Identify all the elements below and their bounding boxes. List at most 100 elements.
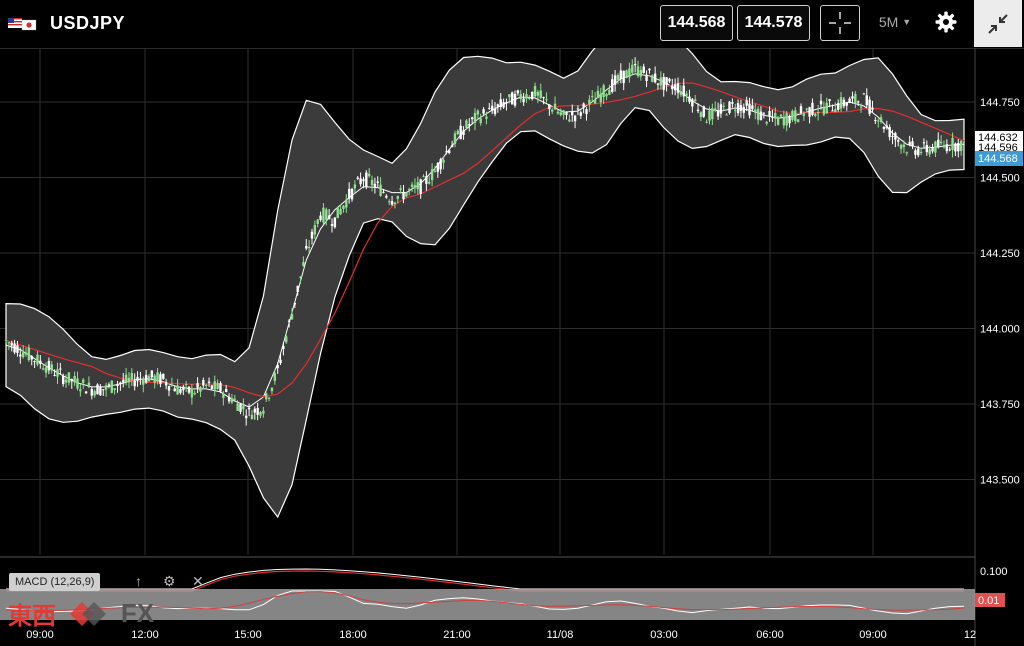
candle-body: [376, 181, 379, 183]
candle-body: [519, 94, 522, 100]
candle-body: [582, 103, 585, 108]
candle-body: [21, 352, 25, 358]
candle-body: [199, 387, 202, 392]
candle-body: [370, 179, 374, 186]
candle-body: [751, 105, 754, 110]
candle-body: [465, 120, 468, 128]
candle-body: [871, 107, 874, 110]
candle-body: [67, 372, 71, 383]
candle-body: [422, 176, 425, 178]
candle-body: [428, 181, 431, 184]
candle-body: [44, 367, 48, 373]
candle-body: [796, 119, 800, 123]
candle-body: [525, 94, 528, 99]
candle-body: [536, 91, 540, 96]
close-icon[interactable]: ✕: [192, 573, 204, 590]
candle-body: [728, 101, 731, 114]
candle-body: [608, 89, 611, 95]
candle-body: [937, 139, 940, 148]
candle-body: [24, 352, 28, 355]
candle-body: [856, 101, 860, 103]
candle-body: [187, 386, 191, 393]
candle-body: [339, 209, 342, 215]
candle-body: [496, 104, 500, 107]
candle-body: [39, 360, 42, 364]
candle-body: [293, 302, 297, 305]
candle-body: [899, 144, 903, 149]
macd-settings-icon[interactable]: ⚙: [163, 573, 176, 590]
candle-body: [259, 412, 262, 416]
candle-body: [593, 99, 597, 104]
candle-body: [122, 379, 125, 383]
candle-body: [307, 246, 311, 249]
candle-body: [859, 106, 863, 108]
candle-body: [622, 70, 625, 84]
candle-body: [808, 107, 811, 117]
candle-body: [102, 389, 105, 391]
candle-body: [279, 359, 282, 364]
candle-body: [242, 405, 245, 410]
ask-price-button[interactable]: 144.578: [737, 5, 810, 41]
candle-body: [565, 111, 568, 115]
bollinger-band: [5, 48, 965, 519]
candle-body: [319, 215, 322, 220]
macd-indicator-label[interactable]: MACD (12,26,9): [9, 573, 101, 591]
candle-body: [110, 380, 114, 393]
price-tick-label: 143.750: [980, 399, 1020, 411]
up-arrow-icon[interactable]: ↑: [135, 573, 142, 589]
candle-body: [651, 75, 654, 82]
candle-body: [390, 201, 394, 205]
candle-body: [576, 108, 580, 110]
candle-body: [928, 149, 931, 155]
candle-body: [296, 285, 299, 292]
candle-body: [233, 398, 236, 400]
candle-body: [613, 75, 617, 85]
candle-body: [671, 85, 674, 90]
candle-body: [430, 169, 434, 181]
candle-body: [393, 202, 397, 204]
candle-body: [668, 78, 671, 82]
candle-body: [851, 96, 854, 99]
bid-price-button[interactable]: 144.568: [660, 5, 733, 41]
candle-body: [917, 148, 920, 156]
candle-body: [493, 108, 497, 115]
candle-body: [702, 106, 705, 117]
candle-body: [545, 99, 548, 101]
candle-body: [253, 408, 256, 413]
candle-body: [350, 188, 354, 200]
candle-body: [184, 383, 188, 385]
candle-body: [365, 172, 368, 187]
candle-body: [831, 110, 834, 112]
candle-body: [116, 384, 119, 386]
candle-body: [785, 113, 788, 126]
candle-body: [176, 385, 179, 395]
candle-body: [845, 102, 848, 106]
candle-body: [144, 375, 148, 383]
price-chart[interactable]: 144.750 144.500 144.250 144.000 143.750 143.5…: [0, 48, 1024, 646]
settings-button[interactable]: [928, 5, 964, 39]
candle-body: [416, 182, 419, 190]
candle-body: [316, 219, 319, 224]
crosshair-button[interactable]: [820, 5, 860, 41]
candle-body: [156, 372, 159, 382]
candle-body: [748, 103, 751, 116]
candle-body: [482, 109, 485, 114]
candle-body: [473, 113, 477, 123]
candle-body: [262, 410, 265, 414]
timeframe-select[interactable]: 5M ▼: [870, 5, 920, 39]
minimize-button[interactable]: [974, 0, 1022, 47]
candle-body: [774, 112, 777, 119]
candle-body: [611, 79, 614, 92]
candle-body: [356, 177, 359, 179]
candle-body: [714, 108, 717, 111]
price-tick-label: 144.000: [980, 324, 1020, 336]
candle-body: [754, 109, 757, 113]
candle-body: [93, 391, 96, 396]
candle-body: [153, 375, 156, 383]
candle-body: [619, 70, 623, 79]
candle-body: [879, 117, 883, 122]
candle-body: [931, 147, 934, 152]
candle-body: [814, 113, 817, 116]
candle-body: [396, 196, 399, 199]
candle-body: [16, 345, 19, 353]
